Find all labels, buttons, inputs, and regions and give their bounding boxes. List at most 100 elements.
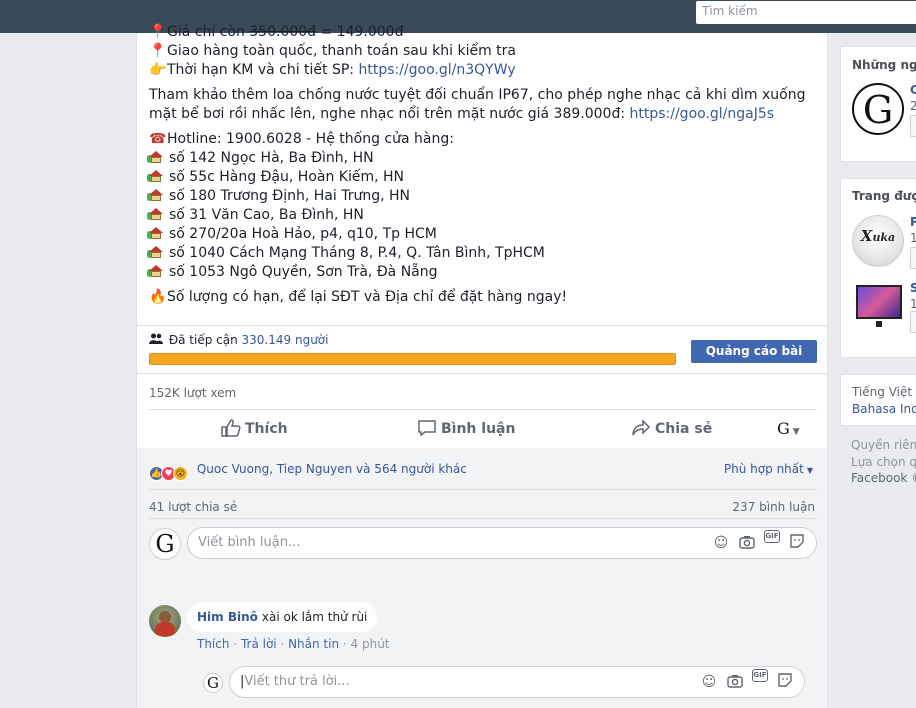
page1-name[interactable]: P [910,215,916,229]
comment-sort-dropdown[interactable]: Phù hợp nhất ▼ [724,462,813,476]
house-icon [147,170,163,182]
house-icon [147,208,163,220]
promo-line: 👉Thời hạn KM và chi tiết SP: https://goo… [149,62,516,78]
store-item: số 180 Trương Định, Hai Trưng, HN [147,187,819,206]
post-body: 📍Giá chỉ còn 350.000đ = 149.000đ 📍Giao h… [147,24,819,307]
thumbs-up-icon [221,419,241,437]
language-current: Tiếng Việt · [852,385,916,399]
people-card-title: Những người [852,58,916,72]
divider [149,489,817,490]
footer-adchoices-link[interactable]: Lựa chọn q [851,455,916,469]
store-item: số 31 Văn Cao, Ba Đình, HN [147,206,819,225]
comment-time[interactable]: 4 phút [351,637,390,651]
gif-icon[interactable]: GIF [752,669,768,682]
search-input[interactable]: Tìm kiếm [696,1,916,24]
share-button[interactable]: Chia sẻ [631,410,712,448]
delivery-line: 📍Giao hàng toàn quốc, thanh toán sau khi… [149,43,517,59]
commenter-avatar[interactable] [149,605,181,637]
house-icon [147,189,163,201]
page1-subtitle: 1 [910,231,916,245]
divider [149,518,817,519]
g-logo-icon: G [777,419,790,438]
store-item: số 1040 Cách Mạng Tháng 8, P.4, Q. Tân B… [147,244,819,263]
comment-tools: ☺ GIF [704,528,806,559]
people-subtitle: 2 [910,99,916,113]
limited-line: 🔥Số lượng có hạn, để lại SĐT và Địa chỉ … [149,289,568,305]
store-item: số 1053 Ngô Quyền, Sơn Trà, Đà Nẵng [147,263,819,282]
house-icon [147,265,163,277]
comments-section: 👍 ♥ 😮 Quoc Vuong, Tiep Nguyen và 564 người… [137,448,827,708]
reactions-summary[interactable]: 👍 ♥ 😮 Quoc Vuong, Tiep Nguyen và 564 người… [149,462,467,481]
comment-text: xài ok lắm thử rùi [261,610,368,624]
wow-reaction-icon: 😮 [173,466,188,481]
view-count: 152K lượt xem [149,386,237,400]
language-alt-link[interactable]: Bahasa Indo [852,402,916,416]
liked-pages-card: Trang được Xuka P 1 S 1 [840,178,916,358]
house-icon [147,227,163,239]
page2-subtitle: 1 [910,297,916,311]
pointing-hand-icon: 👉 [149,62,167,78]
speaker-link[interactable]: https://goo.gl/ngaJ5s [630,106,775,122]
camera-icon[interactable] [726,667,744,688]
store-item: số 270/20a Hoà Hảo, p4, q10, Tp HCM [147,225,819,244]
comment-input[interactable]: Viết bình luận... ☺ GIF [187,527,817,559]
reply-tools: ☺ GIF [692,667,794,698]
divider [137,373,827,374]
comment-button[interactable]: Bình luận [417,410,515,448]
comment-author[interactable]: Him Binô [197,610,258,624]
chevron-down-icon: ▼ [806,466,813,475]
comment-message-link[interactable]: Nhắn tin [288,637,339,651]
comment-count[interactable]: 237 bình luận [732,500,815,514]
comment-icon [418,420,436,437]
page1-action-button[interactable] [910,247,916,269]
sticker-icon[interactable] [776,667,794,687]
divider [137,325,827,326]
comment-like-link[interactable]: Thích [197,637,229,651]
store-item: số 142 Ngọc Hà, Ba Đình, HN [147,149,819,168]
speaker-paragraph: Tham khảo thêm loa chống nước tuyệt đối … [149,87,806,122]
promo-link[interactable]: https://goo.gl/n3QYWy [358,62,515,78]
reach-count[interactable]: 330.149 người [242,333,329,347]
liked-pages-title: Trang được [852,189,916,203]
pin-icon: 📍 [149,24,167,40]
reply-page-avatar[interactable]: G [203,673,223,693]
store-item: số 55c Hàng Đậu, Hoàn Kiếm, HN [147,168,819,187]
store-list: số 142 Ngọc Hà, Ba Đình, HN số 55c Hàng Đ… [147,149,819,282]
reply-input[interactable]: |Viết thư trả lời... ☺ GIF [229,666,805,698]
people-avatar[interactable]: G [852,83,904,135]
promote-post-button[interactable]: Quảng cáo bài viết [691,340,817,379]
house-icon [147,151,163,163]
camera-icon[interactable] [738,528,756,549]
pin-icon: 📍 [149,43,167,59]
people-card: Những người G C 2 [840,46,916,162]
post-as-selector[interactable]: G ▼ [777,410,800,448]
avatar-shirt [155,622,175,636]
gif-icon[interactable]: GIF [764,530,780,543]
emoji-icon[interactable]: ☺ [712,528,730,551]
page2-name[interactable]: S [910,281,916,295]
emoji-icon[interactable]: ☺ [700,667,718,690]
reach-progress-fill [150,354,675,364]
post-actions: Thích Bình luận Chia sẻ G ▼ [149,410,817,448]
fire-icon: 🔥 [149,289,167,305]
comment-actions: Thích · Trả lời · Nhắn tin · 4 phút [197,637,390,651]
reach-info: Đã tiếp cận 330.149 người [149,333,328,347]
page1-avatar[interactable]: Xuka [852,215,904,267]
people-icon [149,333,165,347]
page2-action-button[interactable] [910,311,916,333]
share-arrow-icon [632,419,651,436]
language-card: Tiếng Việt · Bahasa Indo [840,374,916,426]
footer-copyright: Facebook © [851,471,916,485]
price-line: 📍Giá chỉ còn 350.000đ = 149.000đ [149,24,404,40]
share-count[interactable]: 41 lượt chia sẻ [149,500,237,514]
footer-privacy-link[interactable]: Quyền riêng [851,438,916,452]
people-name[interactable]: C [910,83,916,97]
people-action-button[interactable] [910,115,916,137]
house-icon [147,246,163,258]
sticker-icon[interactable] [788,528,806,548]
page2-tv-image[interactable] [856,285,902,327]
like-button[interactable]: Thích [221,410,288,448]
comment-bubble: Him Binô xài ok lắm thử rùi [187,602,378,632]
current-page-avatar[interactable]: G [149,528,181,560]
comment-reply-link[interactable]: Trả lời [241,637,277,651]
